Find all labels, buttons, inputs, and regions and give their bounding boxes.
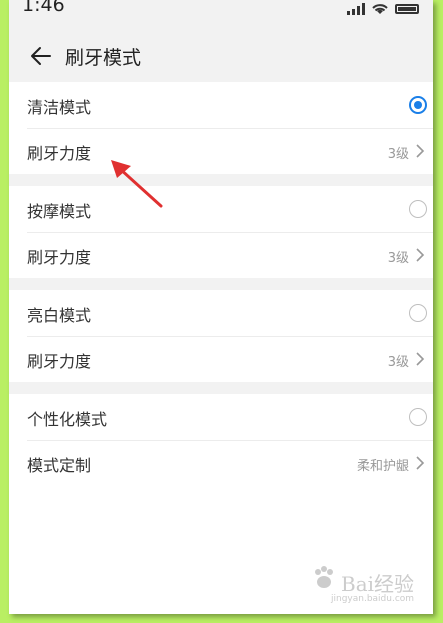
battery-icon — [395, 4, 419, 14]
watermark-url: jingyan.baidu.com — [331, 594, 415, 604]
header: 刷牙模式 — [9, 36, 433, 76]
setting-row-customize[interactable]: 模式定制 柔和护龈 — [9, 440, 433, 486]
back-arrow-icon[interactable] — [29, 44, 53, 68]
radio-unselected-icon[interactable] — [409, 408, 427, 426]
setting-value: 3级 — [387, 147, 409, 162]
radio-unselected-icon[interactable] — [409, 304, 427, 322]
mode-label: 个性化模式 — [27, 410, 108, 429]
chevron-right-icon — [416, 456, 425, 470]
phone-screen: 1:46 刷牙模式 清洁模式 刷牙力度 3级 按摩模式 刷牙力度 3级 亮白模式… — [9, 0, 433, 614]
baidu-watermark: Bai经验 jingyan.baidu.com — [309, 560, 429, 610]
mode-group-whitening: 亮白模式 刷牙力度 3级 — [9, 290, 433, 382]
annotation-arrow-icon — [111, 160, 163, 208]
status-time: 1:46 — [22, 0, 65, 16]
setting-row-strength[interactable]: 刷牙力度 3级 — [9, 336, 433, 382]
setting-label: 模式定制 — [27, 456, 92, 475]
chevron-right-icon — [416, 248, 425, 262]
radio-unselected-icon[interactable] — [409, 200, 427, 218]
setting-label: 刷牙力度 — [27, 248, 92, 267]
setting-label: 刷牙力度 — [27, 144, 92, 163]
chevron-right-icon — [416, 352, 425, 366]
mode-label: 亮白模式 — [27, 306, 92, 325]
setting-label: 刷牙力度 — [27, 352, 92, 371]
paw-logo-icon — [315, 566, 333, 588]
mode-row-custom[interactable]: 个性化模式 — [9, 394, 433, 440]
setting-row-strength[interactable]: 刷牙力度 3级 — [9, 128, 433, 174]
mode-row-massage[interactable]: 按摩模式 — [9, 186, 433, 232]
status-icons — [347, 2, 419, 16]
setting-row-strength[interactable]: 刷牙力度 3级 — [9, 232, 433, 278]
mode-row-whitening[interactable]: 亮白模式 — [9, 290, 433, 336]
page-title: 刷牙模式 — [65, 47, 142, 69]
wifi-icon — [372, 4, 388, 14]
watermark-brand: Bai经验 — [341, 572, 415, 596]
mode-group-clean: 清洁模式 刷牙力度 3级 — [9, 82, 433, 174]
setting-value: 3级 — [387, 355, 409, 370]
chevron-right-icon — [416, 144, 425, 158]
mode-label: 清洁模式 — [27, 98, 92, 117]
mode-group-massage: 按摩模式 刷牙力度 3级 — [9, 186, 433, 278]
setting-value: 柔和护龈 — [356, 459, 409, 474]
status-bar: 1:46 — [9, 0, 433, 22]
mode-label: 按摩模式 — [27, 202, 92, 221]
mode-row-clean[interactable]: 清洁模式 — [9, 82, 433, 128]
radio-selected-icon[interactable] — [409, 96, 427, 114]
signal-icon — [347, 3, 365, 15]
setting-value: 3级 — [387, 251, 409, 266]
